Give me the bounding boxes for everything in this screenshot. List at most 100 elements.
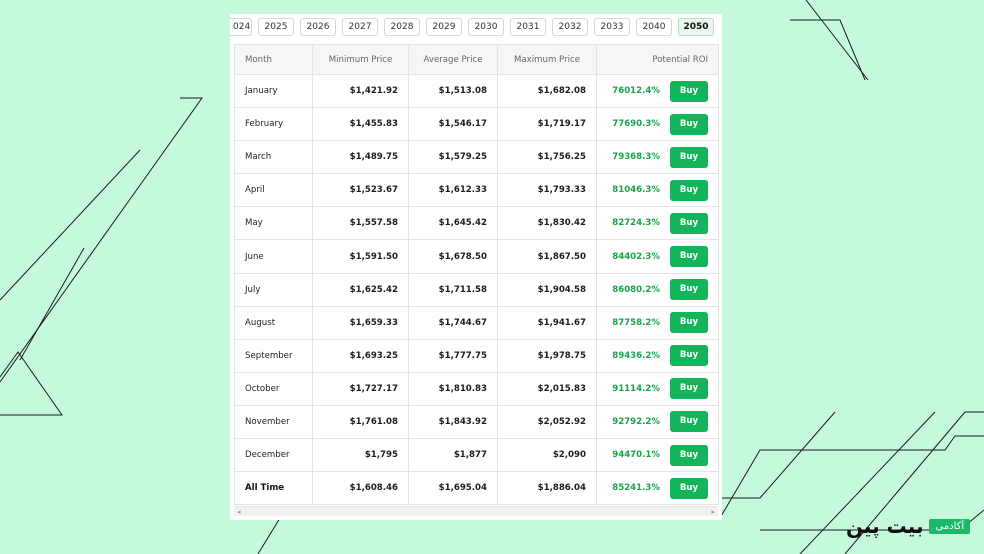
buy-button[interactable]: Buy <box>670 179 708 201</box>
roi-value: 84402.3% <box>612 251 660 262</box>
cell-month: November <box>234 404 313 440</box>
year-tab-2031[interactable]: 2031 <box>510 18 546 36</box>
table-row: July $1,625.42 $1,711.58 $1,904.58 86080.2% B… <box>234 272 719 307</box>
cell-roi: 87758.2% Buy <box>596 305 719 340</box>
year-tab-2025[interactable]: 2025 <box>258 18 294 36</box>
scroll-left-icon[interactable]: ◂ <box>237 507 241 517</box>
roi-value: 89436.2% <box>612 350 660 361</box>
cell-roi: 84402.3% Buy <box>596 239 719 274</box>
cell-max-price: $1,867.50 <box>497 239 597 274</box>
table-header-row: Month Minimum Price Average Price Maximu… <box>234 44 719 75</box>
cell-avg-price: $1,645.42 <box>408 206 498 241</box>
buy-button[interactable]: Buy <box>670 378 708 400</box>
buy-button[interactable]: Buy <box>670 411 708 433</box>
year-tab-2030[interactable]: 2030 <box>468 18 504 36</box>
roi-value: 76012.4% <box>612 86 660 97</box>
cell-month: September <box>234 338 313 373</box>
cell-min-price: $1,591.50 <box>312 239 409 274</box>
cell-roi: 86080.2% Buy <box>596 272 719 307</box>
cell-roi: 76012.4% Buy <box>596 73 719 109</box>
cell-min-price: $1,659.33 <box>312 305 409 340</box>
cell-min-price: $1,693.25 <box>312 338 409 373</box>
cell-month: December <box>234 438 313 473</box>
buy-button[interactable]: Buy <box>670 477 708 499</box>
cell-month: February <box>234 107 313 142</box>
buy-button[interactable]: Buy <box>670 312 708 334</box>
buy-button[interactable]: Buy <box>670 80 708 102</box>
roi-value: 94470.1% <box>612 450 660 461</box>
cell-month: October <box>234 371 313 406</box>
cell-max-price: $2,052.92 <box>497 404 597 440</box>
year-tab-024[interactable]: 024 <box>230 18 252 36</box>
cell-roi: 91114.2% Buy <box>596 371 719 406</box>
cell-month: May <box>234 206 313 241</box>
cell-min-price: $1,489.75 <box>312 140 409 175</box>
cell-month: August <box>234 305 313 340</box>
year-tab-2050[interactable]: 2050 <box>678 18 714 36</box>
buy-button[interactable]: Buy <box>670 246 708 268</box>
buy-button[interactable]: Buy <box>670 279 708 301</box>
horizontal-scrollbar[interactable]: ◂ ▸ <box>234 506 718 516</box>
header-month: Month <box>234 44 313 75</box>
cell-month: April <box>234 173 313 208</box>
buy-button[interactable]: Buy <box>670 146 708 168</box>
cell-roi: 77690.3% Buy <box>596 107 719 142</box>
cell-min-price: $1,523.67 <box>312 173 409 208</box>
table-body: January $1,421.92 $1,513.08 $1,682.08 76012.… <box>234 73 719 506</box>
cell-min-price: $1,727.17 <box>312 371 409 406</box>
cell-roi: 94470.1% Buy <box>596 438 719 473</box>
cell-min-price: $1,761.08 <box>312 404 409 440</box>
cell-avg-price: $1,513.08 <box>408 73 498 109</box>
year-tab-2032[interactable]: 2032 <box>552 18 588 36</box>
table-row: June $1,591.50 $1,678.50 $1,867.50 84402.3% B… <box>234 239 719 274</box>
year-tab-2026[interactable]: 2026 <box>300 18 336 36</box>
cell-min-price: $1,455.83 <box>312 107 409 142</box>
header-roi: Potential ROI <box>596 44 719 75</box>
cell-avg-price: $1,711.58 <box>408 272 498 307</box>
table-row: April $1,523.67 $1,612.33 $1,793.33 81046.3%… <box>234 173 719 208</box>
roi-value: 79368.3% <box>612 152 660 163</box>
cell-min-price: $1,608.46 <box>312 471 409 506</box>
cell-avg-price: $1,695.04 <box>408 471 498 506</box>
table-row: December $1,795 $1,877 $2,090 94470.1% Buy <box>234 438 719 473</box>
cell-max-price: $1,941.67 <box>497 305 597 340</box>
logo-name: بیت پین <box>846 514 924 538</box>
cell-avg-price: $1,579.25 <box>408 140 498 175</box>
roi-value: 81046.3% <box>612 185 660 196</box>
year-tab-2027[interactable]: 2027 <box>342 18 378 36</box>
year-tab-2028[interactable]: 2028 <box>384 18 420 36</box>
cell-min-price: $1,795 <box>312 438 409 473</box>
header-avg-price: Average Price <box>408 44 498 75</box>
cell-roi: 82724.3% Buy <box>596 206 719 241</box>
cell-max-price: $1,886.04 <box>497 471 597 506</box>
cell-avg-price: $1,678.50 <box>408 239 498 274</box>
buy-button[interactable]: Buy <box>670 444 708 466</box>
year-tab-2029[interactable]: 2029 <box>426 18 462 36</box>
price-prediction-card: 024 2025 2026 2027 2028 2029 2030 2031 2032 2033 2… <box>230 14 722 520</box>
cell-roi: 79368.3% Buy <box>596 140 719 175</box>
cell-roi: 89436.2% Buy <box>596 338 719 373</box>
cell-avg-price: $1,777.75 <box>408 338 498 373</box>
cell-max-price: $1,793.33 <box>497 173 597 208</box>
year-tab-2040[interactable]: 2040 <box>636 18 672 36</box>
buy-button[interactable]: Buy <box>670 113 708 135</box>
table-row: October $1,727.17 $1,810.83 $2,015.83 91114.… <box>234 371 719 406</box>
roi-value: 92792.2% <box>612 416 660 427</box>
roi-value: 85241.3% <box>612 483 660 494</box>
cell-month: June <box>234 239 313 274</box>
table-row: May $1,557.58 $1,645.42 $1,830.42 82724.3% Bu… <box>234 206 719 241</box>
cell-month: July <box>234 272 313 307</box>
year-tab-2033[interactable]: 2033 <box>594 18 630 36</box>
cell-roi: 85241.3% Buy <box>596 471 719 506</box>
cell-max-price: $2,090 <box>497 438 597 473</box>
table-row: All Time $1,608.46 $1,695.04 $1,886.04 85241… <box>234 471 719 506</box>
scroll-right-icon[interactable]: ▸ <box>711 507 715 517</box>
table-row: February $1,455.83 $1,546.17 $1,719.17 77690… <box>234 107 719 142</box>
roi-value: 91114.2% <box>612 383 660 394</box>
table-row: January $1,421.92 $1,513.08 $1,682.08 76012.… <box>234 73 719 109</box>
roi-value: 87758.2% <box>612 317 660 328</box>
buy-button[interactable]: Buy <box>670 345 708 367</box>
buy-button[interactable]: Buy <box>670 212 708 234</box>
cell-avg-price: $1,877 <box>408 438 498 473</box>
roi-value: 86080.2% <box>612 284 660 295</box>
